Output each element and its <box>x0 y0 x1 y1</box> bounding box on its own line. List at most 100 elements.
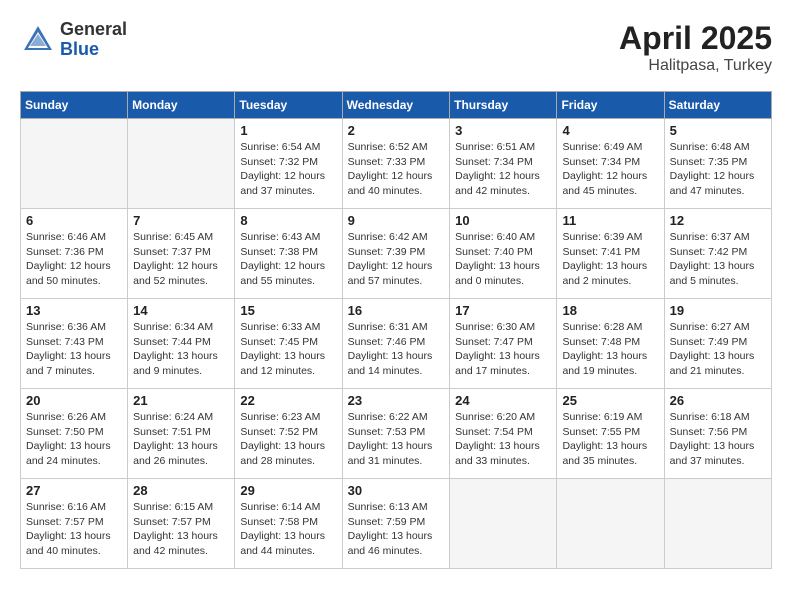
weekday-friday: Friday <box>557 92 664 119</box>
day-info: Sunrise: 6:27 AM Sunset: 7:49 PM Dayligh… <box>670 320 766 379</box>
day-cell: 6 Sunrise: 6:46 AM Sunset: 7:36 PM Daylig… <box>21 209 128 299</box>
day-number: 3 <box>455 123 551 138</box>
day-cell: 24Sunrise: 6:20 AM Sunset: 7:54 PM Dayli… <box>450 389 557 479</box>
day-info: Sunrise: 6:19 AM Sunset: 7:55 PM Dayligh… <box>562 410 658 469</box>
day-cell: 16Sunrise: 6:31 AM Sunset: 7:46 PM Dayli… <box>342 299 450 389</box>
day-number: 1 <box>240 123 336 138</box>
day-info: Sunrise: 6:15 AM Sunset: 7:57 PM Dayligh… <box>133 500 229 559</box>
day-info: Sunrise: 6:49 AM Sunset: 7:34 PM Dayligh… <box>562 140 658 199</box>
day-cell: 30 Sunrise: 6:13 AM Sunset: 7:59 PM Dayli… <box>342 479 450 569</box>
day-cell: 7Sunrise: 6:45 AM Sunset: 7:37 PM Daylig… <box>128 209 235 299</box>
day-info: Sunrise: 6:43 AM Sunset: 7:38 PM Dayligh… <box>240 230 336 289</box>
day-cell: 29 Sunrise: 6:14 AM Sunset: 7:58 PM Dayli… <box>235 479 342 569</box>
day-cell: 8 Sunrise: 6:43 AM Sunset: 7:38 PM Daylig… <box>235 209 342 299</box>
day-cell: 17 Sunrise: 6:30 AM Sunset: 7:47 PM Dayli… <box>450 299 557 389</box>
day-info: Sunrise: 6:23 AM Sunset: 7:52 PM Dayligh… <box>240 410 336 469</box>
week-row-3: 13 Sunrise: 6:36 AM Sunset: 7:43 PM Dayli… <box>21 299 772 389</box>
day-number: 20 <box>26 393 122 408</box>
week-row-1: 1Sunrise: 6:54 AM Sunset: 7:32 PM Daylig… <box>21 119 772 209</box>
logo-general-text: General <box>60 20 127 40</box>
day-number: 16 <box>348 303 445 318</box>
day-cell: 19Sunrise: 6:27 AM Sunset: 7:49 PM Dayli… <box>664 299 771 389</box>
day-number: 28 <box>133 483 229 498</box>
day-info: Sunrise: 6:22 AM Sunset: 7:53 PM Dayligh… <box>348 410 445 469</box>
day-info: Sunrise: 6:13 AM Sunset: 7:59 PM Dayligh… <box>348 500 445 559</box>
day-cell: 1Sunrise: 6:54 AM Sunset: 7:32 PM Daylig… <box>235 119 342 209</box>
day-cell <box>557 479 664 569</box>
day-cell: 4 Sunrise: 6:49 AM Sunset: 7:34 PM Daylig… <box>557 119 664 209</box>
day-number: 23 <box>348 393 445 408</box>
calendar-table: SundayMondayTuesdayWednesdayThursdayFrid… <box>20 91 772 569</box>
day-number: 17 <box>455 303 551 318</box>
day-info: Sunrise: 6:36 AM Sunset: 7:43 PM Dayligh… <box>26 320 122 379</box>
day-cell: 9 Sunrise: 6:42 AM Sunset: 7:39 PM Daylig… <box>342 209 450 299</box>
weekday-header-row: SundayMondayTuesdayWednesdayThursdayFrid… <box>21 92 772 119</box>
day-cell <box>128 119 235 209</box>
day-info: Sunrise: 6:42 AM Sunset: 7:39 PM Dayligh… <box>348 230 445 289</box>
day-cell: 22 Sunrise: 6:23 AM Sunset: 7:52 PM Dayli… <box>235 389 342 479</box>
title-block: April 2025 Halitpasa, Turkey <box>619 20 772 75</box>
day-info: Sunrise: 6:20 AM Sunset: 7:54 PM Dayligh… <box>455 410 551 469</box>
day-info: Sunrise: 6:45 AM Sunset: 7:37 PM Dayligh… <box>133 230 229 289</box>
weekday-tuesday: Tuesday <box>235 92 342 119</box>
day-number: 30 <box>348 483 445 498</box>
week-row-4: 20 Sunrise: 6:26 AM Sunset: 7:50 PM Dayli… <box>21 389 772 479</box>
day-cell: 18Sunrise: 6:28 AM Sunset: 7:48 PM Dayli… <box>557 299 664 389</box>
week-row-5: 27Sunrise: 6:16 AM Sunset: 7:57 PM Dayli… <box>21 479 772 569</box>
day-number: 10 <box>455 213 551 228</box>
day-cell: 11 Sunrise: 6:39 AM Sunset: 7:41 PM Dayli… <box>557 209 664 299</box>
week-row-2: 6 Sunrise: 6:46 AM Sunset: 7:36 PM Daylig… <box>21 209 772 299</box>
day-cell: 28 Sunrise: 6:15 AM Sunset: 7:57 PM Dayli… <box>128 479 235 569</box>
day-info: Sunrise: 6:52 AM Sunset: 7:33 PM Dayligh… <box>348 140 445 199</box>
day-info: Sunrise: 6:33 AM Sunset: 7:45 PM Dayligh… <box>240 320 336 379</box>
day-number: 22 <box>240 393 336 408</box>
day-cell: 14 Sunrise: 6:34 AM Sunset: 7:44 PM Dayli… <box>128 299 235 389</box>
weekday-wednesday: Wednesday <box>342 92 450 119</box>
day-number: 25 <box>562 393 658 408</box>
day-cell: 25 Sunrise: 6:19 AM Sunset: 7:55 PM Dayli… <box>557 389 664 479</box>
day-number: 12 <box>670 213 766 228</box>
day-number: 27 <box>26 483 122 498</box>
day-info: Sunrise: 6:37 AM Sunset: 7:42 PM Dayligh… <box>670 230 766 289</box>
day-info: Sunrise: 6:14 AM Sunset: 7:58 PM Dayligh… <box>240 500 336 559</box>
day-info: Sunrise: 6:34 AM Sunset: 7:44 PM Dayligh… <box>133 320 229 379</box>
day-cell <box>450 479 557 569</box>
day-info: Sunrise: 6:28 AM Sunset: 7:48 PM Dayligh… <box>562 320 658 379</box>
logo-icon <box>20 22 56 58</box>
day-number: 6 <box>26 213 122 228</box>
day-info: Sunrise: 6:39 AM Sunset: 7:41 PM Dayligh… <box>562 230 658 289</box>
calendar-body: 1Sunrise: 6:54 AM Sunset: 7:32 PM Daylig… <box>21 119 772 569</box>
day-cell: 3 Sunrise: 6:51 AM Sunset: 7:34 PM Daylig… <box>450 119 557 209</box>
day-number: 9 <box>348 213 445 228</box>
day-cell: 13 Sunrise: 6:36 AM Sunset: 7:43 PM Dayli… <box>21 299 128 389</box>
day-number: 26 <box>670 393 766 408</box>
day-cell: 12 Sunrise: 6:37 AM Sunset: 7:42 PM Dayli… <box>664 209 771 299</box>
day-number: 4 <box>562 123 658 138</box>
day-cell: 10 Sunrise: 6:40 AM Sunset: 7:40 PM Dayli… <box>450 209 557 299</box>
day-number: 8 <box>240 213 336 228</box>
day-number: 29 <box>240 483 336 498</box>
day-info: Sunrise: 6:24 AM Sunset: 7:51 PM Dayligh… <box>133 410 229 469</box>
weekday-thursday: Thursday <box>450 92 557 119</box>
logo: General Blue <box>20 20 127 60</box>
day-number: 11 <box>562 213 658 228</box>
day-info: Sunrise: 6:40 AM Sunset: 7:40 PM Dayligh… <box>455 230 551 289</box>
logo-text: General Blue <box>60 20 127 60</box>
day-cell: 5Sunrise: 6:48 AM Sunset: 7:35 PM Daylig… <box>664 119 771 209</box>
location: Halitpasa, Turkey <box>619 57 772 75</box>
day-cell <box>664 479 771 569</box>
day-cell: 2 Sunrise: 6:52 AM Sunset: 7:33 PM Daylig… <box>342 119 450 209</box>
day-info: Sunrise: 6:30 AM Sunset: 7:47 PM Dayligh… <box>455 320 551 379</box>
day-info: Sunrise: 6:51 AM Sunset: 7:34 PM Dayligh… <box>455 140 551 199</box>
day-number: 14 <box>133 303 229 318</box>
day-number: 21 <box>133 393 229 408</box>
day-info: Sunrise: 6:26 AM Sunset: 7:50 PM Dayligh… <box>26 410 122 469</box>
day-info: Sunrise: 6:18 AM Sunset: 7:56 PM Dayligh… <box>670 410 766 469</box>
day-info: Sunrise: 6:46 AM Sunset: 7:36 PM Dayligh… <box>26 230 122 289</box>
day-number: 13 <box>26 303 122 318</box>
day-cell: 27Sunrise: 6:16 AM Sunset: 7:57 PM Dayli… <box>21 479 128 569</box>
day-cell <box>21 119 128 209</box>
day-number: 2 <box>348 123 445 138</box>
page-header: General Blue April 2025 Halitpasa, Turke… <box>20 20 772 75</box>
weekday-sunday: Sunday <box>21 92 128 119</box>
